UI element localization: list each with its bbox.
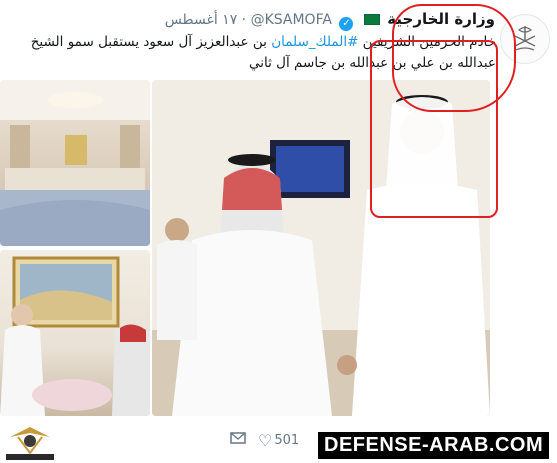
heart-icon: ♡ bbox=[258, 430, 273, 450]
watermark-text: DEFENSE-ARAB.COM bbox=[318, 432, 550, 459]
photo-seated-meeting[interactable] bbox=[0, 250, 150, 416]
photo-king-and-sheikh[interactable] bbox=[152, 80, 490, 416]
author-handle[interactable]: @KSAMOFA bbox=[251, 12, 332, 28]
saudi-flag-icon bbox=[363, 14, 380, 25]
ministry-emblem-icon bbox=[514, 26, 536, 51]
header-separator: · bbox=[241, 12, 247, 28]
seated-meeting-image bbox=[0, 256, 150, 416]
photo-majlis-hall[interactable] bbox=[0, 80, 150, 246]
hashtag-link[interactable]: #الملك_سلمان bbox=[271, 34, 358, 50]
tweet-actions: ♡ 501 bbox=[230, 430, 299, 450]
tweet-text-part-1: خادم الحرمين الشريفين bbox=[358, 34, 496, 50]
tweet-text: خادم الحرمين الشريفين #الملك_سلمان بن عب… bbox=[8, 32, 496, 74]
tweet-date[interactable]: ١٧ أغسطس bbox=[165, 12, 238, 28]
verified-check-icon: ✓ bbox=[339, 17, 354, 31]
account-avatar[interactable] bbox=[500, 14, 550, 64]
tweet-header: وزارة الخارجية ✓ @KSAMOFA · ١٧ أغسطس bbox=[150, 10, 495, 32]
like-button[interactable]: ♡ 501 bbox=[258, 431, 299, 450]
king-and-sheikh-image bbox=[152, 80, 490, 416]
author-name[interactable]: وزارة الخارجية bbox=[387, 10, 495, 28]
arab-defense-forum-logo bbox=[6, 427, 54, 460]
like-count: 501 bbox=[274, 432, 300, 448]
majlis-hall-image bbox=[0, 80, 150, 246]
message-icon[interactable] bbox=[230, 431, 246, 449]
